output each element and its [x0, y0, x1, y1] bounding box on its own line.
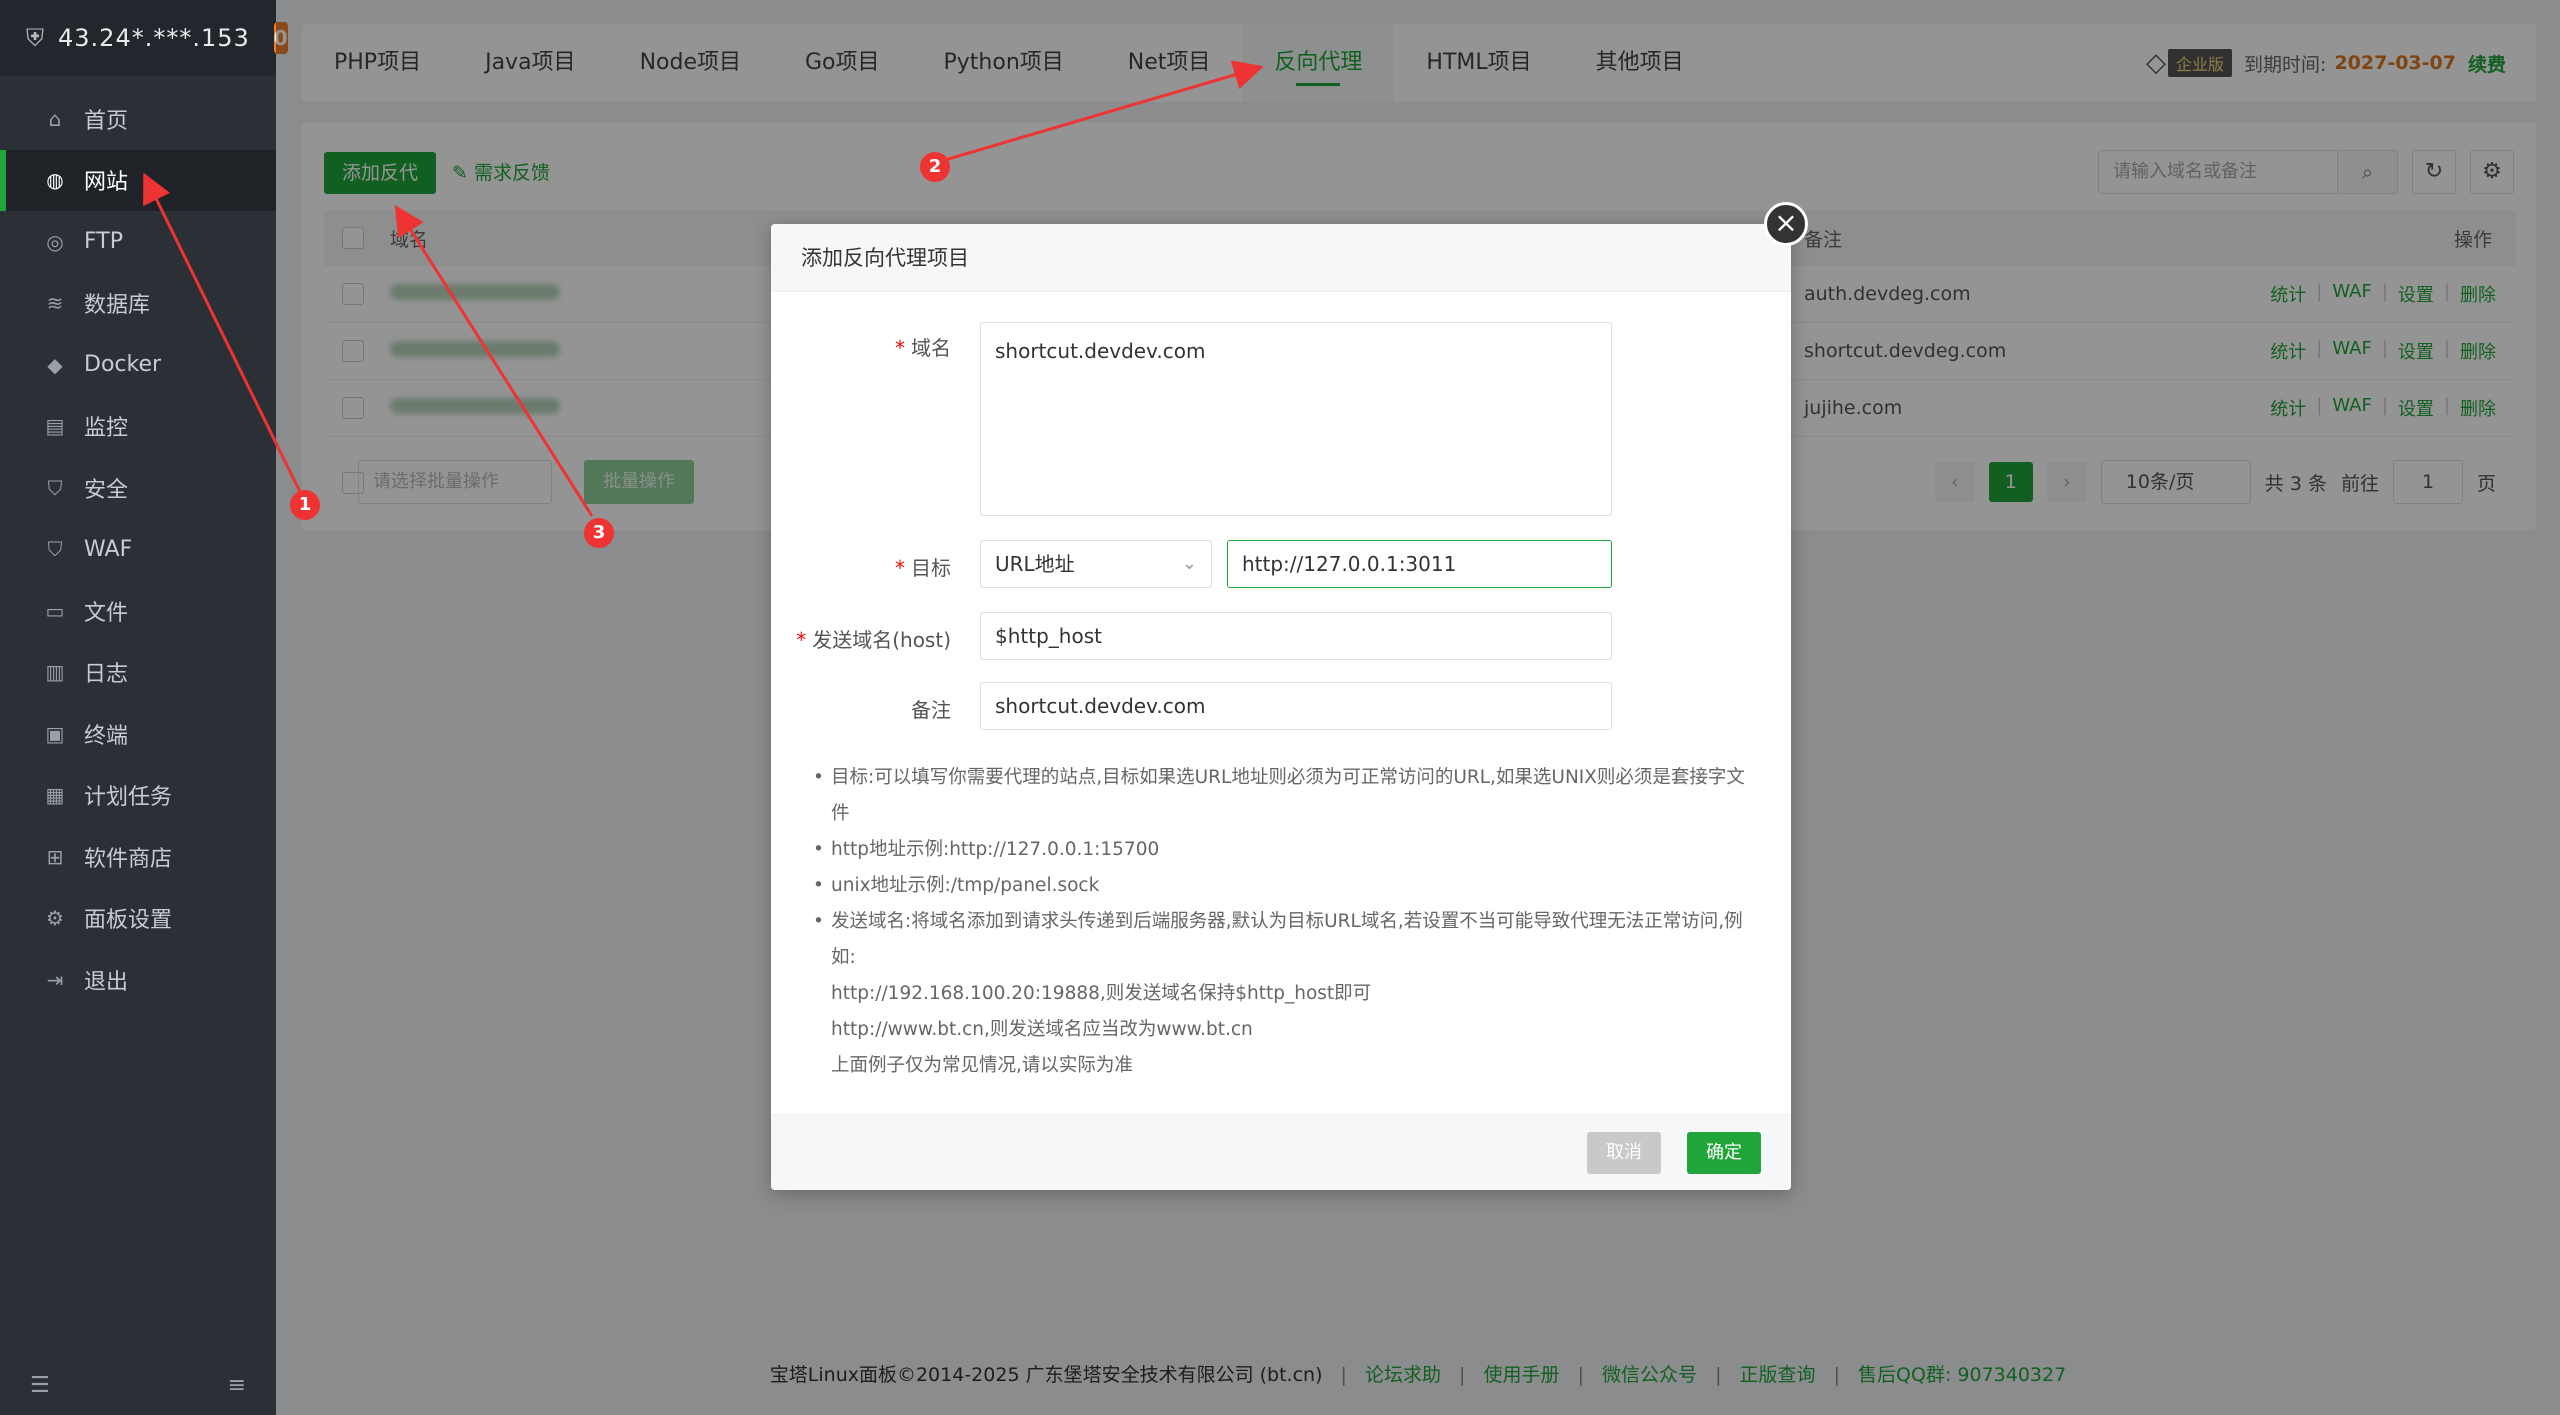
- sidebar-item-label: 文件: [84, 600, 129, 626]
- sidebar-item-docker[interactable]: ◆ Docker: [0, 334, 276, 396]
- note-item: http地址示例:http://127.0.0.1:15700: [813, 832, 1753, 868]
- target-label: * 目标: [895, 556, 951, 580]
- bt-logo-icon: ⛨: [26, 24, 44, 52]
- host-input[interactable]: $http_host: [980, 612, 1612, 660]
- sidebar-item-label: 数据库: [84, 293, 151, 319]
- sidebar-item-label: 日志: [84, 662, 129, 688]
- home-icon: ⌂: [48, 106, 62, 131]
- gear-icon: ⚙: [46, 906, 64, 931]
- sidebar-item-settings[interactable]: ⚙ 面板设置: [0, 888, 276, 950]
- server-ip: 43.24*.***.153: [58, 24, 250, 52]
- sidebar-item-label: 安全: [84, 477, 129, 503]
- sidebar-item-logout[interactable]: ⇥ 退出: [0, 949, 276, 1011]
- cancel-button[interactable]: 取消: [1587, 1132, 1661, 1174]
- host-label: * 发送域名(host): [796, 628, 951, 652]
- sidebar-item-label: 终端: [84, 723, 129, 749]
- monitor-icon: ▤: [45, 414, 65, 439]
- sidebar-item-database[interactable]: ≋ 数据库: [0, 273, 276, 335]
- sidebar-item-terminal[interactable]: ▣ 终端: [0, 703, 276, 765]
- logout-icon: ⇥: [46, 967, 64, 992]
- sidebar-item-label: 网站: [84, 170, 129, 196]
- note-item: 发送域名:将域名添加到请求头传递到后端服务器,默认为目标URL域名,若设置不当可…: [813, 904, 1753, 976]
- globe-icon: ◍: [46, 168, 64, 193]
- target-url-input[interactable]: http://127.0.0.1:3011: [1227, 540, 1612, 588]
- chevron-down-icon: ⌄: [1181, 553, 1197, 574]
- sidebar-item-security[interactable]: ⛉ 安全: [0, 457, 276, 519]
- terminal-icon: ▣: [45, 721, 65, 746]
- list-icon[interactable]: ≡: [228, 1373, 246, 1398]
- sidebar-item-ftp[interactable]: ◎ FTP: [0, 211, 276, 273]
- sidebar-item-label: 监控: [84, 416, 129, 442]
- server-header: ⛨ 43.24*.***.153 0: [0, 0, 288, 76]
- add-proxy-dialog: 添加反向代理项目 * 域名 shortcut.devdev.com * 目标 URL…: [771, 224, 1791, 1190]
- docker-icon: ◆: [47, 352, 63, 377]
- sidebar-item-home[interactable]: ⌂ 首页: [0, 88, 276, 150]
- sidebar-item-label: 面板设置: [84, 908, 173, 934]
- note-item: 目标:可以填写你需要代理的站点,目标如果选URL地址则必须为可正常访问的URL,…: [813, 760, 1753, 832]
- dialog-footer: 取消 确定: [771, 1114, 1791, 1190]
- sidebar-item-store[interactable]: ⊞ 软件商店: [0, 826, 276, 888]
- note-sub: http://www.bt.cn,则发送域名应当改为www.bt.cn: [831, 1019, 1253, 1040]
- sidebar-item-website[interactable]: ◍ 网站: [0, 149, 276, 211]
- sidebar-menu: ⌂ 首页 ◍ 网站 ◎ FTP ≋ 数据库 ◆ Docker ▤ 监控 ⛉ 安全 ⛉ WAF ▭…: [0, 88, 276, 1011]
- sidebar-item-logs[interactable]: ▥ 日志: [0, 642, 276, 704]
- domain-textarea[interactable]: shortcut.devdev.com: [980, 322, 1612, 516]
- globe-icon: ◎: [46, 229, 64, 254]
- note-sub: http://192.168.100.20:19888,则发送域名保持$http…: [831, 983, 1372, 1004]
- sidebar: ⛨ 43.24*.***.153 0 ⌂ 首页 ◍ 网站 ◎ FTP ≋ 数据库 ◆ Do…: [0, 0, 288, 1415]
- calendar-icon: ▦: [45, 783, 65, 808]
- folder-icon: ▭: [45, 598, 65, 623]
- sidebar-item-label: 退出: [84, 969, 129, 995]
- remark-label: 备注: [911, 698, 951, 722]
- close-icon[interactable]: ×: [1764, 202, 1808, 246]
- log-icon: ▥: [45, 660, 65, 685]
- remark-input[interactable]: shortcut.devdev.com: [980, 682, 1612, 730]
- help-notes: 目标:可以填写你需要代理的站点,目标如果选URL地址则必须为可正常访问的URL,…: [813, 760, 1753, 1084]
- dialog-title: 添加反向代理项目: [771, 224, 1791, 292]
- database-icon: ≋: [46, 291, 64, 316]
- marker-2: 2: [920, 152, 950, 182]
- note-sub: 上面例子仅为常见情况,请以实际为准: [831, 1055, 1133, 1076]
- sidebar-item-cron[interactable]: ▦ 计划任务: [0, 765, 276, 827]
- sidebar-footer: ☰ ≡: [0, 1355, 276, 1415]
- marker-1: 1: [290, 490, 320, 520]
- sidebar-item-label: Docker: [84, 352, 162, 378]
- marker-3: 3: [584, 518, 614, 548]
- note-item: unix地址示例:/tmp/panel.sock: [813, 868, 1753, 904]
- sidebar-item-monitor[interactable]: ▤ 监控: [0, 396, 276, 458]
- sidebar-item-label: WAF: [84, 536, 133, 562]
- shield-icon: ⛉: [47, 475, 63, 500]
- confirm-button[interactable]: 确定: [1687, 1132, 1761, 1174]
- domain-label: * 域名: [895, 336, 951, 360]
- sidebar-item-label: 首页: [84, 108, 129, 134]
- collapse-menu-icon[interactable]: ☰: [30, 1373, 50, 1398]
- shield-icon: ⛉: [47, 537, 63, 562]
- grid-icon: ⊞: [46, 844, 64, 869]
- sidebar-item-label: 软件商店: [84, 846, 173, 872]
- sidebar-item-label: 计划任务: [84, 785, 173, 811]
- sidebar-item-label: FTP: [84, 229, 123, 255]
- sidebar-item-waf[interactable]: ⛉ WAF: [0, 519, 276, 581]
- sidebar-item-files[interactable]: ▭ 文件: [0, 580, 276, 642]
- target-type-select[interactable]: URL地址 ⌄: [980, 540, 1212, 588]
